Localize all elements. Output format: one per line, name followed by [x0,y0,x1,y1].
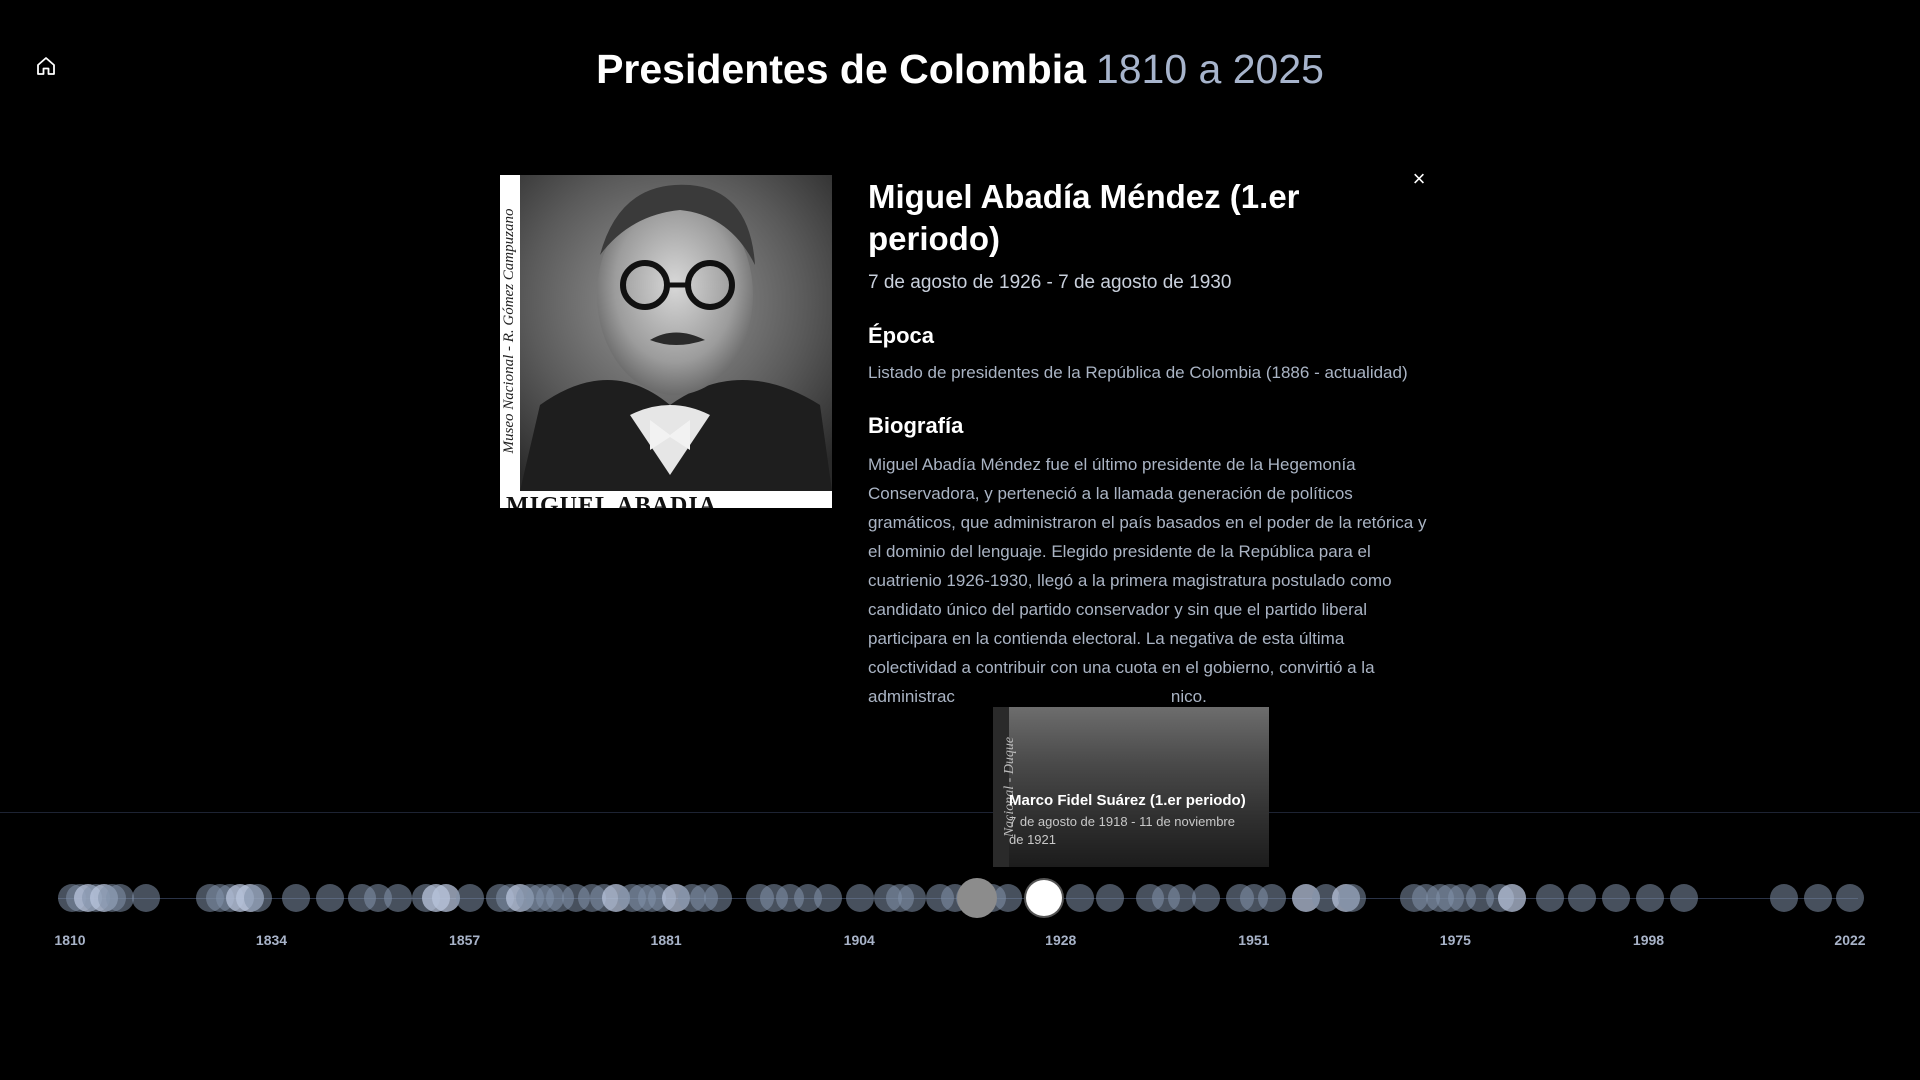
timeline-dot[interactable] [1568,884,1596,912]
page-title-range: 1810 a 2025 [1095,46,1324,92]
page-title: Presidentes de Colombia 1810 a 2025 [0,44,1920,94]
timeline-dot-selected[interactable] [1025,880,1062,916]
preview-name: Marco Fidel Suárez (1.er periodo) [1009,792,1246,809]
timeline-tick-label: 1810 [54,932,86,948]
timeline-dot[interactable] [1602,884,1630,912]
timeline-dot[interactable] [106,884,134,912]
timeline-dot[interactable] [244,884,272,912]
president-name: Miguel Abadía Méndez (1.er periodo) [868,178,1300,257]
timeline-dot[interactable] [1066,884,1094,912]
bio-text: Miguel Abadía Méndez fue el último presi… [868,450,1428,711]
timeline-dot[interactable] [384,884,412,912]
portrait-name-plate: MIGUEL ABADIA [500,491,832,508]
timeline-dot[interactable] [1096,884,1124,912]
timeline-dot[interactable] [898,884,926,912]
president-dates: 7 de agosto de 1926 - 7 de agosto de 193… [868,272,1232,293]
timeline-dot[interactable] [1670,884,1698,912]
timeline-dot[interactable] [1770,884,1798,912]
timeline-tick-label: 1951 [1238,932,1270,948]
timeline-tick-label: 1834 [255,932,288,948]
timeline-dot[interactable] [1498,884,1526,912]
timeline-tick-label: 2022 [1834,932,1866,948]
timeline-dot[interactable] [814,884,842,912]
timeline-dot[interactable] [456,884,484,912]
bio-text-tail: nico. [1170,687,1207,706]
president-portrait: Museo Nacional - R. Gómez Campuzano MIGU… [500,175,832,508]
portrait-side-caption: Museo Nacional - R. Gómez Campuzano [501,208,517,454]
epoca-heading: Época [868,323,935,348]
timeline-dot[interactable] [316,884,344,912]
bio-text-main: Miguel Abadía Méndez fue el último presi… [868,455,1427,706]
timeline-dot[interactable] [1192,884,1220,912]
timeline-dot[interactable] [282,884,310,912]
bio-heading: Biografía [868,413,964,438]
epoca-text: Listado de presidentes de la República d… [868,363,1408,382]
preview-dates: 7 de agosto de 1918 - 11 de noviembre de… [1009,814,1235,847]
timeline-tick-label: 1928 [1045,932,1077,948]
timeline-dot[interactable] [1804,884,1832,912]
hover-preview-card: Nacional - Duque Marco Fidel Suárez (1.e… [993,707,1269,867]
timeline-dot[interactable] [132,884,160,912]
timeline-tick-label: 1857 [449,932,481,948]
timeline-tick-label: 1975 [1439,932,1471,948]
page-title-main: Presidentes de Colombia [596,46,1086,92]
timeline-tick-label: 1904 [843,932,875,948]
timeline-dot[interactable] [1258,884,1286,912]
portrait-photo [500,175,832,491]
timeline-dot-hovered[interactable] [956,878,997,918]
timeline: 1810 1834 1857 1881 1904 1928 1951 1975 1998 2022 [0,870,1920,960]
timeline-tick-label: 1998 [1632,932,1665,948]
timeline-dot[interactable] [994,884,1022,912]
timeline-divider [0,812,1920,813]
timeline-dot[interactable] [1536,884,1564,912]
president-details: Miguel Abadía Méndez (1.er periodo) 7 de… [868,176,1428,711]
timeline-dot[interactable] [846,884,874,912]
timeline-dot[interactable] [1636,884,1664,912]
timeline-dot[interactable] [1338,884,1366,912]
app-root: Presidentes de Colombia 1810 a 2025 Muse… [0,0,1920,1080]
timeline-tick-label: 1881 [650,932,682,948]
timeline-dot[interactable] [704,884,732,912]
timeline-dot[interactable] [1836,884,1864,912]
